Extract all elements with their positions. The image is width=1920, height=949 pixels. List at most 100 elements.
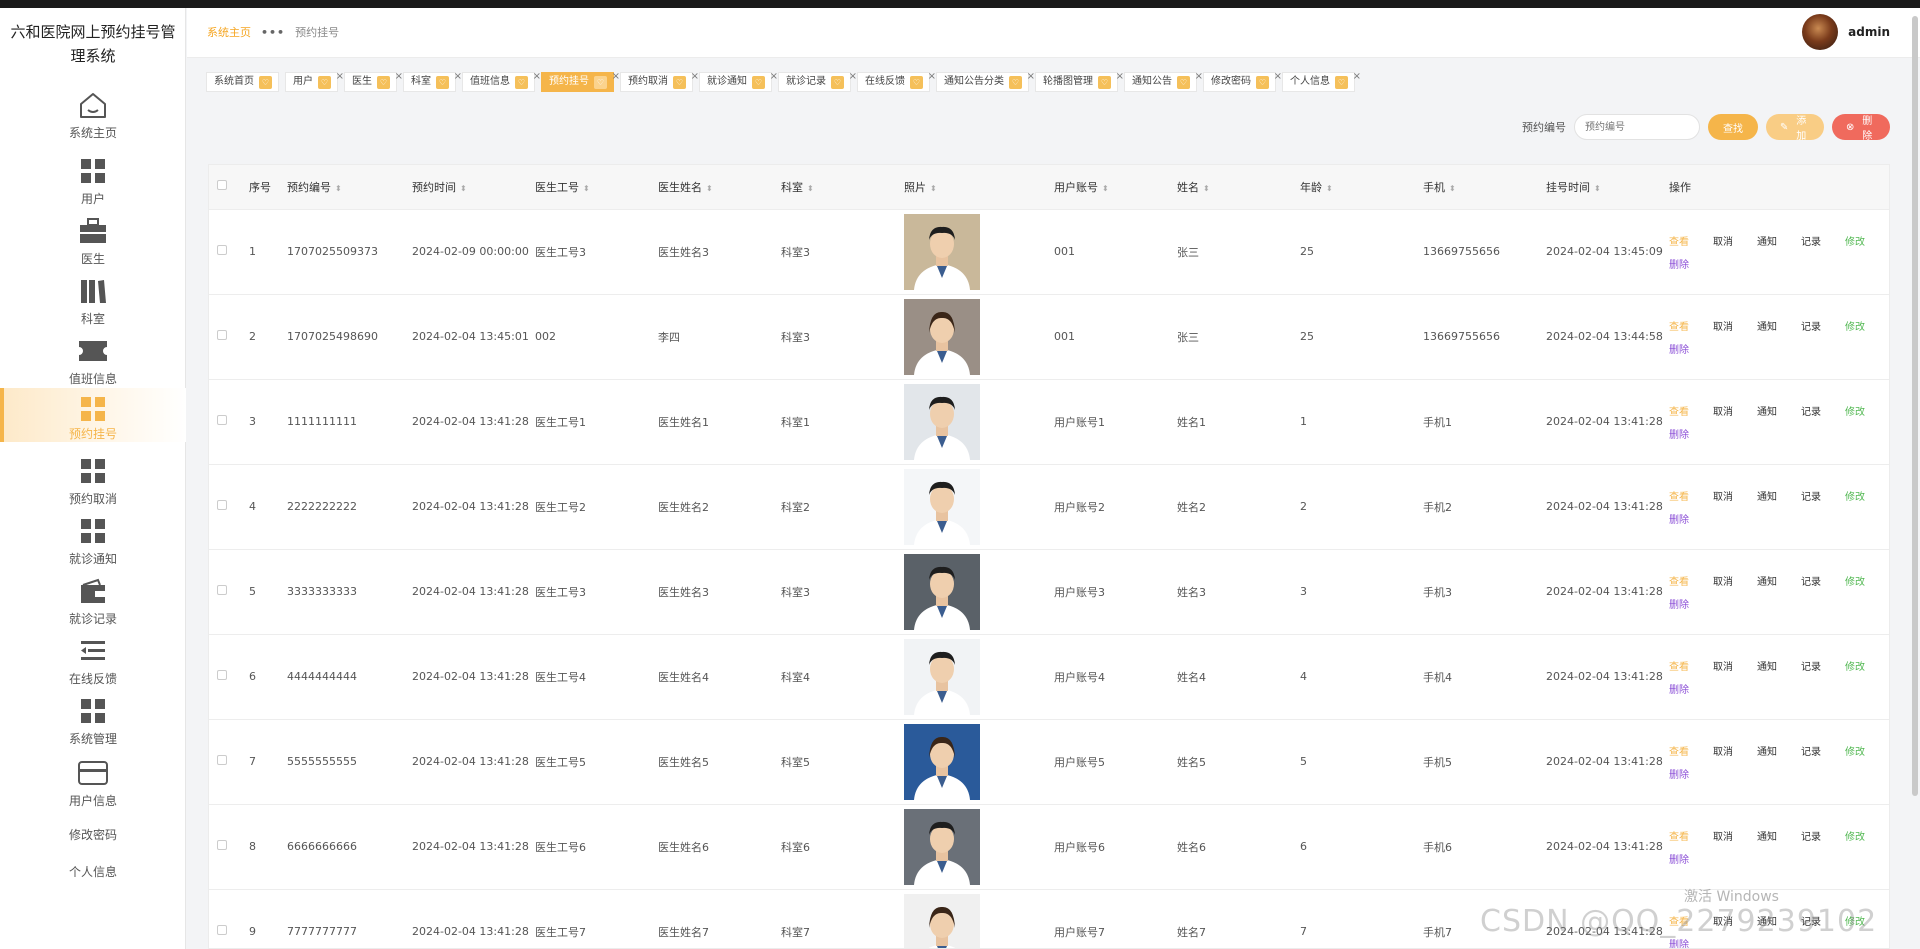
cancel-link[interactable]: 取消 xyxy=(1713,318,1733,333)
close-icon[interactable]: × xyxy=(1353,68,1361,86)
search-input[interactable] xyxy=(1574,114,1700,140)
tab-4[interactable]: 值班信息 ♡ × xyxy=(462,71,541,92)
tab-9[interactable]: 在线反馈 ♡ × xyxy=(857,71,936,92)
close-icon[interactable]: × xyxy=(928,68,936,86)
breadcrumb-home[interactable]: 系统主页 xyxy=(207,24,251,40)
notify-link[interactable]: 通知 xyxy=(1757,743,1777,758)
cancel-link[interactable]: 取消 xyxy=(1713,403,1733,418)
sidebar-item-10[interactable]: 系统管理 xyxy=(0,694,186,752)
sort-icon[interactable]: ⬍ xyxy=(1449,184,1456,193)
sidebar-item-2[interactable]: 医生 xyxy=(0,214,186,272)
tab-1[interactable]: 用户 ♡ × xyxy=(285,71,344,92)
sidebar-item-13[interactable]: 个人信息 xyxy=(0,855,186,885)
edit-link[interactable]: 修改 xyxy=(1845,743,1865,758)
column-header-11[interactable]: 挂号时间 ⬍ xyxy=(1546,165,1669,209)
delete-link[interactable]: 删除 xyxy=(1669,426,1889,441)
cancel-link[interactable]: 取消 xyxy=(1713,743,1733,758)
tab-0[interactable]: 系统首页 ♡ xyxy=(206,72,279,92)
row-checkbox[interactable] xyxy=(217,925,227,936)
sidebar-item-6[interactable]: 预约取消 xyxy=(0,454,186,512)
row-checkbox[interactable] xyxy=(217,755,227,765)
view-link[interactable]: 查看 xyxy=(1669,403,1689,418)
record-link[interactable]: 记录 xyxy=(1801,828,1821,843)
tab-14[interactable]: 个人信息 ♡ × xyxy=(1282,71,1361,92)
notify-link[interactable]: 通知 xyxy=(1757,658,1777,673)
column-header-7[interactable]: 用户账号 ⬍ xyxy=(1054,165,1177,209)
close-icon[interactable]: × xyxy=(533,68,541,86)
sort-icon[interactable]: ⬍ xyxy=(1594,184,1601,193)
record-link[interactable]: 记录 xyxy=(1801,233,1821,248)
sort-icon[interactable]: ⬍ xyxy=(807,184,814,193)
notify-link[interactable]: 通知 xyxy=(1757,573,1777,588)
sidebar-item-1[interactable]: 用户 xyxy=(0,154,186,212)
sidebar-item-11[interactable]: 用户信息 xyxy=(0,756,186,814)
row-checkbox[interactable] xyxy=(217,245,227,255)
edit-link[interactable]: 修改 xyxy=(1845,488,1865,503)
row-checkbox[interactable] xyxy=(217,500,227,510)
record-link[interactable]: 记录 xyxy=(1801,403,1821,418)
record-link[interactable]: 记录 xyxy=(1801,573,1821,588)
tab-7[interactable]: 就诊通知 ♡ × xyxy=(699,71,778,92)
delete-link[interactable]: 删除 xyxy=(1669,851,1889,866)
close-icon[interactable]: × xyxy=(336,68,344,86)
delete-button[interactable]: ⊗ 删除 xyxy=(1832,114,1890,142)
column-header-1[interactable]: 预约编号 ⬍ xyxy=(287,165,412,209)
cancel-link[interactable]: 取消 xyxy=(1713,488,1733,503)
tab-13[interactable]: 修改密码 ♡ × xyxy=(1203,71,1282,92)
sidebar-item-0[interactable]: 系统主页 xyxy=(0,88,186,146)
sidebar-item-8[interactable]: 就诊记录 xyxy=(0,574,186,632)
view-link[interactable]: 查看 xyxy=(1669,318,1689,333)
edit-link[interactable]: 修改 xyxy=(1845,233,1865,248)
view-link[interactable]: 查看 xyxy=(1669,743,1689,758)
row-checkbox[interactable] xyxy=(217,670,227,680)
page-scrollbar[interactable] xyxy=(1912,16,1918,796)
notify-link[interactable]: 通知 xyxy=(1757,828,1777,843)
column-header-10[interactable]: 手机 ⬍ xyxy=(1423,165,1546,209)
row-checkbox[interactable] xyxy=(217,840,227,850)
edit-link[interactable]: 修改 xyxy=(1845,318,1865,333)
delete-link[interactable]: 删除 xyxy=(1669,766,1889,781)
delete-link[interactable]: 删除 xyxy=(1669,596,1889,611)
tab-11[interactable]: 轮播图管理 ♡ × xyxy=(1035,71,1124,92)
close-icon[interactable]: × xyxy=(395,68,403,86)
row-checkbox[interactable] xyxy=(217,330,227,340)
close-icon[interactable]: × xyxy=(1195,68,1203,86)
notify-link[interactable]: 通知 xyxy=(1757,318,1777,333)
tab-5[interactable]: 预约挂号 ♡ × xyxy=(541,71,620,92)
column-header-3[interactable]: 医生工号 ⬍ xyxy=(535,165,658,209)
column-header-9[interactable]: 年龄 ⬍ xyxy=(1300,165,1423,209)
avatar[interactable] xyxy=(1802,14,1839,50)
close-icon[interactable]: × xyxy=(770,68,778,86)
row-checkbox[interactable] xyxy=(217,415,227,425)
view-link[interactable]: 查看 xyxy=(1669,488,1689,503)
close-icon[interactable]: × xyxy=(1116,68,1124,86)
sort-icon[interactable]: ⬍ xyxy=(1102,184,1109,193)
view-link[interactable]: 查看 xyxy=(1669,828,1689,843)
tab-12[interactable]: 通知公告 ♡ × xyxy=(1124,71,1203,92)
sidebar-item-7[interactable]: 就诊通知 xyxy=(0,514,186,572)
cancel-link[interactable]: 取消 xyxy=(1713,573,1733,588)
record-link[interactable]: 记录 xyxy=(1801,743,1821,758)
row-checkbox[interactable] xyxy=(217,585,227,595)
delete-link[interactable]: 删除 xyxy=(1669,341,1889,356)
close-icon[interactable]: × xyxy=(612,68,620,86)
delete-link[interactable]: 删除 xyxy=(1669,681,1889,696)
view-link[interactable]: 查看 xyxy=(1669,573,1689,588)
record-link[interactable]: 记录 xyxy=(1801,488,1821,503)
close-icon[interactable]: × xyxy=(1274,68,1282,86)
sidebar-item-4[interactable]: 值班信息 xyxy=(0,334,186,392)
column-header-6[interactable]: 照片 ⬍ xyxy=(904,165,1054,209)
sort-icon[interactable]: ⬍ xyxy=(930,184,937,193)
sidebar-item-9[interactable]: 在线反馈 xyxy=(0,634,186,692)
sort-icon[interactable]: ⬍ xyxy=(583,184,590,193)
sort-icon[interactable]: ⬍ xyxy=(1326,184,1333,193)
user-menu[interactable]: admin xyxy=(1802,14,1890,50)
sidebar-item-12[interactable]: 修改密码 xyxy=(0,818,186,848)
edit-link[interactable]: 修改 xyxy=(1845,573,1865,588)
user-name[interactable]: admin xyxy=(1848,25,1890,39)
close-icon[interactable]: × xyxy=(691,68,699,86)
tab-2[interactable]: 医生 ♡ × xyxy=(344,71,403,92)
column-header-8[interactable]: 姓名 ⬍ xyxy=(1177,165,1300,209)
view-link[interactable]: 查看 xyxy=(1669,658,1689,673)
cancel-link[interactable]: 取消 xyxy=(1713,233,1733,248)
